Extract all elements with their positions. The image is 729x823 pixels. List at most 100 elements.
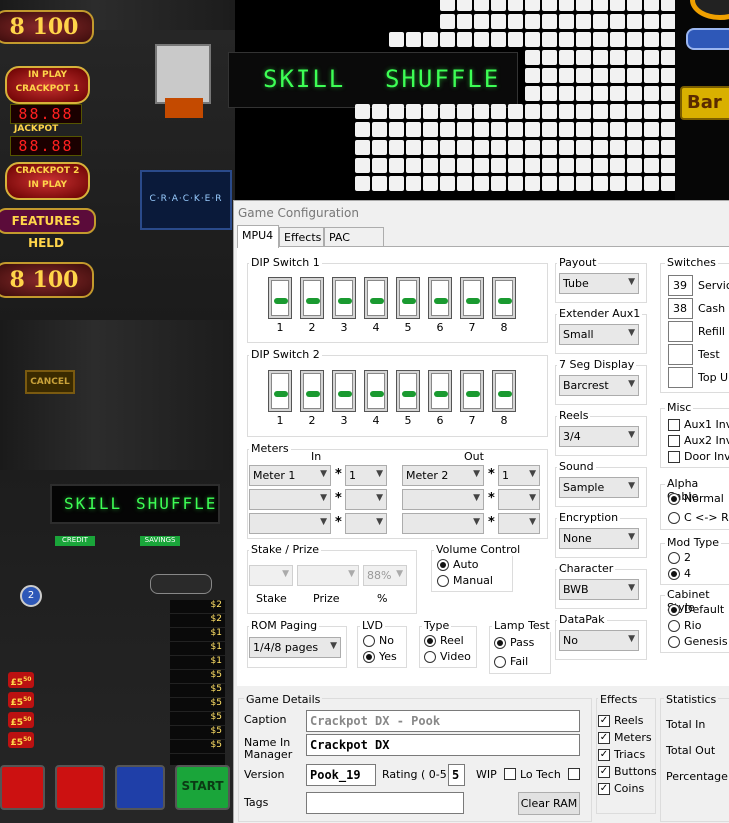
extender-select[interactable]: Small ▼ xyxy=(559,324,639,345)
dip2-switch[interactable] xyxy=(268,370,292,412)
volume-manual-radio[interactable] xyxy=(437,575,449,587)
rom-paging-select[interactable]: 1/4/8 pages ▼ xyxy=(249,637,341,658)
dip2-number: 3 xyxy=(340,414,348,427)
tab-mpu4[interactable]: MPU4 xyxy=(237,225,279,248)
dip1-switch[interactable] xyxy=(396,277,420,319)
payout-select[interactable]: Tube ▼ xyxy=(559,273,639,294)
meter-out-select[interactable]: ▼ xyxy=(402,513,484,534)
reels-select[interactable]: 3/4 ▼ xyxy=(559,426,639,447)
percent-select[interactable]: 88% ▼ xyxy=(363,565,407,586)
stake-select[interactable]: ▼ xyxy=(249,565,293,586)
dip1-switch[interactable] xyxy=(460,277,484,319)
misc-checkbox[interactable] xyxy=(668,419,680,431)
meter-out-multiplier-value: 1 xyxy=(502,469,509,482)
switch-knob xyxy=(431,280,449,316)
clear-ram-button[interactable]: Clear RAM xyxy=(518,792,580,815)
cabinet-default-radio[interactable] xyxy=(668,604,680,616)
switch-input[interactable]: 38 xyxy=(668,298,693,319)
tab-pac-drive[interactable]: PAC Drive xyxy=(324,227,384,257)
meter-in-select[interactable]: ▼ xyxy=(249,513,331,534)
caption-input[interactable]: Crackpot DX - Pook xyxy=(306,710,580,732)
dip1-switch[interactable] xyxy=(428,277,452,319)
lvd-yes-radio[interactable] xyxy=(363,651,375,663)
version-input[interactable]: Pook_19 xyxy=(306,764,376,786)
name-in-manager-input[interactable]: Crackpot DX xyxy=(306,734,580,756)
lamp-test-pass-radio[interactable] xyxy=(494,637,506,649)
lamp-cell xyxy=(440,0,455,11)
mod-type-2-radio[interactable] xyxy=(668,552,680,564)
tags-input[interactable] xyxy=(306,792,464,814)
badge-100-text-2: 100 xyxy=(32,267,79,293)
dip1-switch[interactable] xyxy=(332,277,356,319)
seg_display-select[interactable]: Barcrest ▼ xyxy=(559,375,639,396)
encryption-select[interactable]: None ▼ xyxy=(559,528,639,549)
alpha-crossed-radio[interactable] xyxy=(668,512,680,524)
lamp-cell xyxy=(355,104,370,119)
meter-in-select[interactable]: ▼ xyxy=(249,489,331,510)
effects-label: Effects xyxy=(598,693,640,706)
prize-line: $5 xyxy=(170,670,225,684)
dip2-switch[interactable] xyxy=(364,370,388,412)
alpha-normal-radio[interactable] xyxy=(668,493,680,505)
lamp-test-fail-radio[interactable] xyxy=(494,656,506,668)
wip-checkbox[interactable] xyxy=(504,768,516,780)
dip2-switch[interactable] xyxy=(300,370,324,412)
meter-in-select[interactable]: Meter 1 ▼ xyxy=(249,465,331,486)
lamp-cell xyxy=(661,104,676,119)
volume-auto-radio[interactable] xyxy=(437,559,449,571)
dip2-switch[interactable] xyxy=(428,370,452,412)
sound-select[interactable]: Sample ▼ xyxy=(559,477,639,498)
effect-checkbox[interactable]: ✓ xyxy=(598,732,610,744)
cabinet-genesis-radio[interactable] xyxy=(668,636,680,648)
dip2-switch[interactable] xyxy=(396,370,420,412)
crackpot-1-text: CRACKPOT 1 xyxy=(15,84,80,94)
lvd-no-radio[interactable] xyxy=(363,635,375,647)
total-out-label: Total Out xyxy=(666,744,716,757)
rating-input[interactable]: 5 xyxy=(448,764,465,786)
lamp-cell xyxy=(644,68,659,83)
type-reel-radio[interactable] xyxy=(424,635,436,647)
dip1-switch[interactable] xyxy=(268,277,292,319)
datapak-value: No xyxy=(563,634,578,647)
meter-out-multiplier[interactable]: ▼ xyxy=(498,489,540,510)
switch-input[interactable]: 39 xyxy=(668,275,693,296)
cabinet-rio-radio[interactable] xyxy=(668,620,680,632)
effect-checkbox[interactable]: ✓ xyxy=(598,783,610,795)
lamp-cell xyxy=(474,14,489,29)
dip2-switch[interactable] xyxy=(460,370,484,412)
lamp-cell xyxy=(389,122,404,137)
misc-checkbox[interactable] xyxy=(668,451,680,463)
lo-tech-checkbox[interactable] xyxy=(568,768,580,780)
prize-select[interactable]: ▼ xyxy=(297,565,359,586)
meter-in-multiplier[interactable]: ▼ xyxy=(345,489,387,510)
dip1-switch[interactable] xyxy=(300,277,324,319)
sound-value: Sample xyxy=(563,481,605,494)
misc-checkbox[interactable] xyxy=(668,435,680,447)
lvd-no-label: No xyxy=(379,634,394,647)
meter-in-multiplier[interactable]: ▼ xyxy=(345,513,387,534)
meter-out-multiplier[interactable]: 1 ▼ xyxy=(498,465,540,486)
meter-out-select[interactable]: Meter 2 ▼ xyxy=(402,465,484,486)
switch-input[interactable] xyxy=(668,344,693,365)
switch-input[interactable] xyxy=(668,367,693,388)
dip1-switch[interactable] xyxy=(364,277,388,319)
meter-out-select[interactable]: ▼ xyxy=(402,489,484,510)
type-video-radio[interactable] xyxy=(424,651,436,663)
character-select[interactable]: BWB ▼ xyxy=(559,579,639,600)
mod-type-4-radio[interactable] xyxy=(668,568,680,580)
lamp-cell xyxy=(457,32,472,47)
select-button-art xyxy=(150,574,212,594)
chevron-down-icon: ▼ xyxy=(473,517,480,527)
effect-checkbox[interactable]: ✓ xyxy=(598,766,610,778)
datapak-select[interactable]: No ▼ xyxy=(559,630,639,651)
dip2-switch[interactable] xyxy=(332,370,356,412)
dip2-switch[interactable] xyxy=(492,370,516,412)
meter-in-multiplier[interactable]: 1 ▼ xyxy=(345,465,387,486)
effect-checkbox[interactable]: ✓ xyxy=(598,715,610,727)
dip1-switch[interactable] xyxy=(492,277,516,319)
tab-effects[interactable]: Effects xyxy=(279,227,324,247)
lamp-cell xyxy=(457,158,472,173)
meter-out-multiplier[interactable]: ▼ xyxy=(498,513,540,534)
switch-input[interactable] xyxy=(668,321,693,342)
effect-checkbox[interactable]: ✓ xyxy=(598,749,610,761)
